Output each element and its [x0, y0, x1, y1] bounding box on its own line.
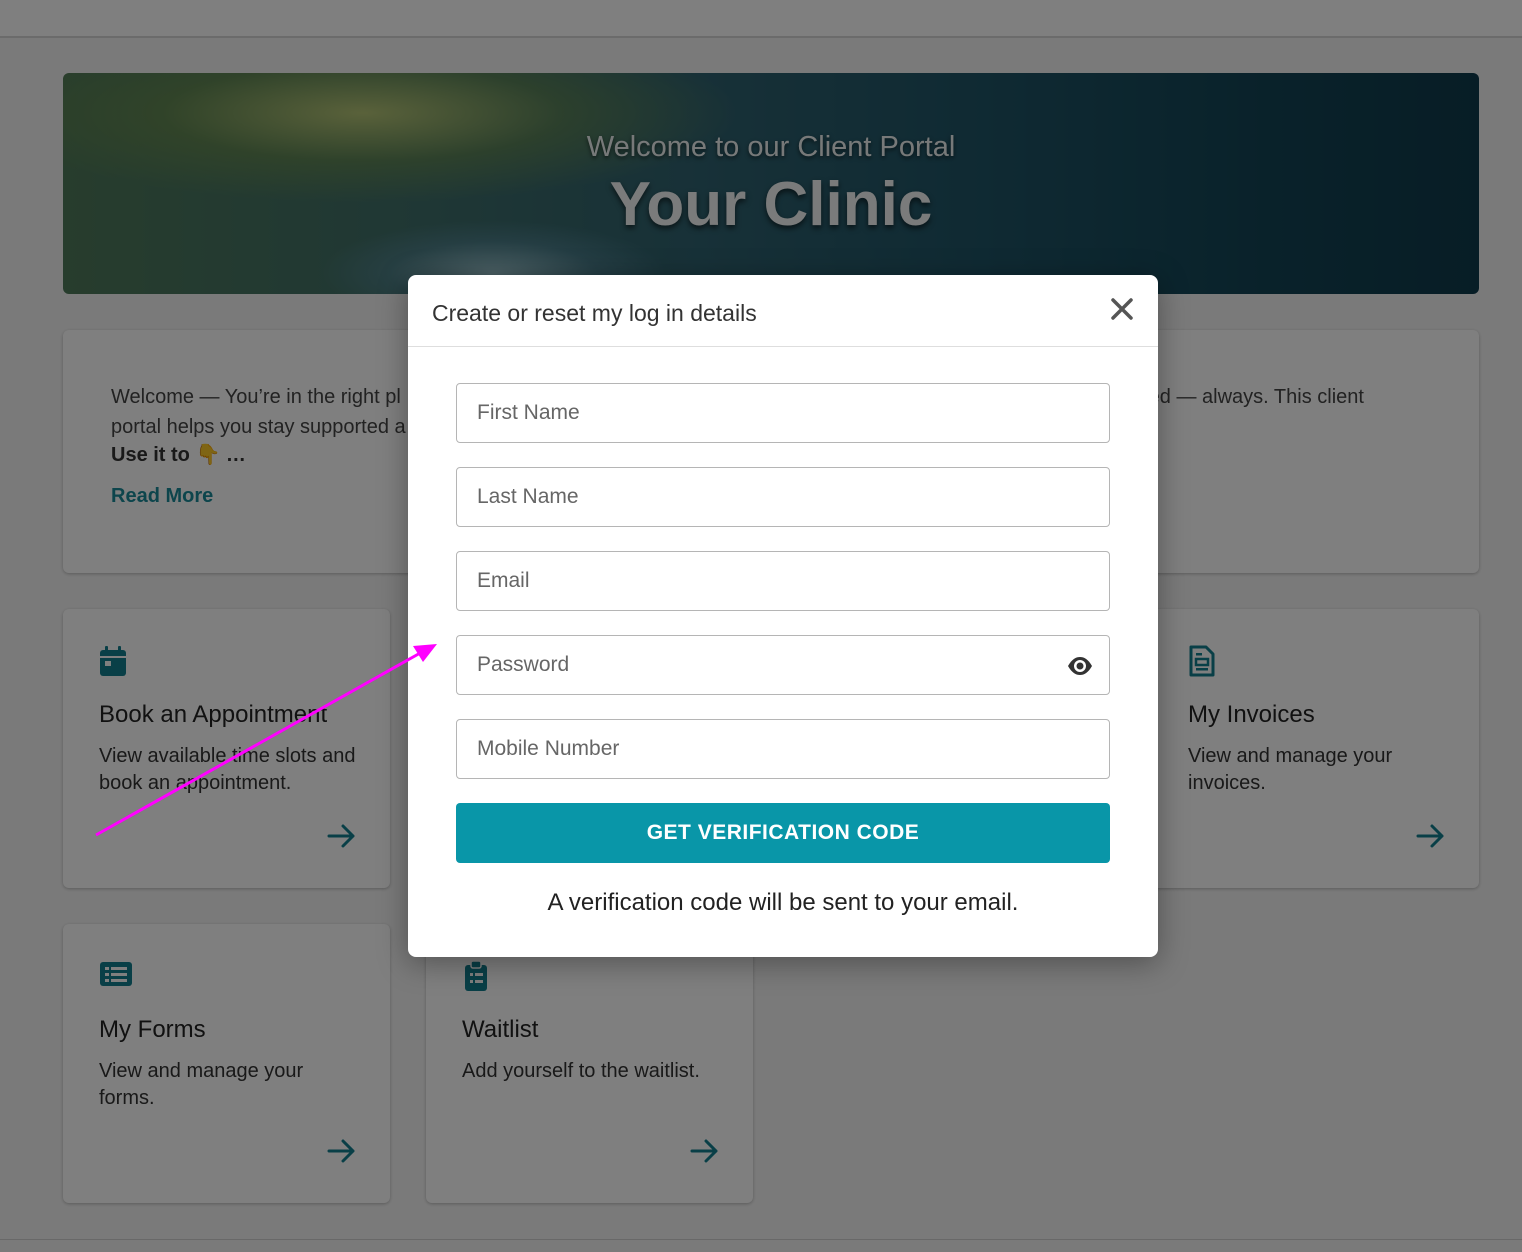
- verification-note: A verification code will be sent to your…: [547, 889, 1019, 916]
- email-input[interactable]: [457, 552, 1109, 610]
- login-details-modal: Create or reset my log in details GET VE…: [408, 275, 1158, 957]
- mobile-number-input[interactable]: [457, 720, 1109, 778]
- modal-title: Create or reset my log in details: [432, 300, 757, 326]
- eye-icon[interactable]: [1067, 653, 1093, 679]
- password-field: [456, 635, 1110, 695]
- first-name-field: [456, 383, 1110, 443]
- mobile-number-field: [456, 719, 1110, 779]
- last-name-input[interactable]: [457, 468, 1109, 526]
- first-name-input[interactable]: [457, 384, 1109, 442]
- modal-header: Create or reset my log in details: [408, 275, 1158, 347]
- get-verification-code-button[interactable]: GET VERIFICATION CODE: [456, 803, 1110, 863]
- email-field: [456, 551, 1110, 611]
- close-icon[interactable]: [1108, 295, 1136, 323]
- last-name-field: [456, 467, 1110, 527]
- password-input[interactable]: [457, 636, 1109, 694]
